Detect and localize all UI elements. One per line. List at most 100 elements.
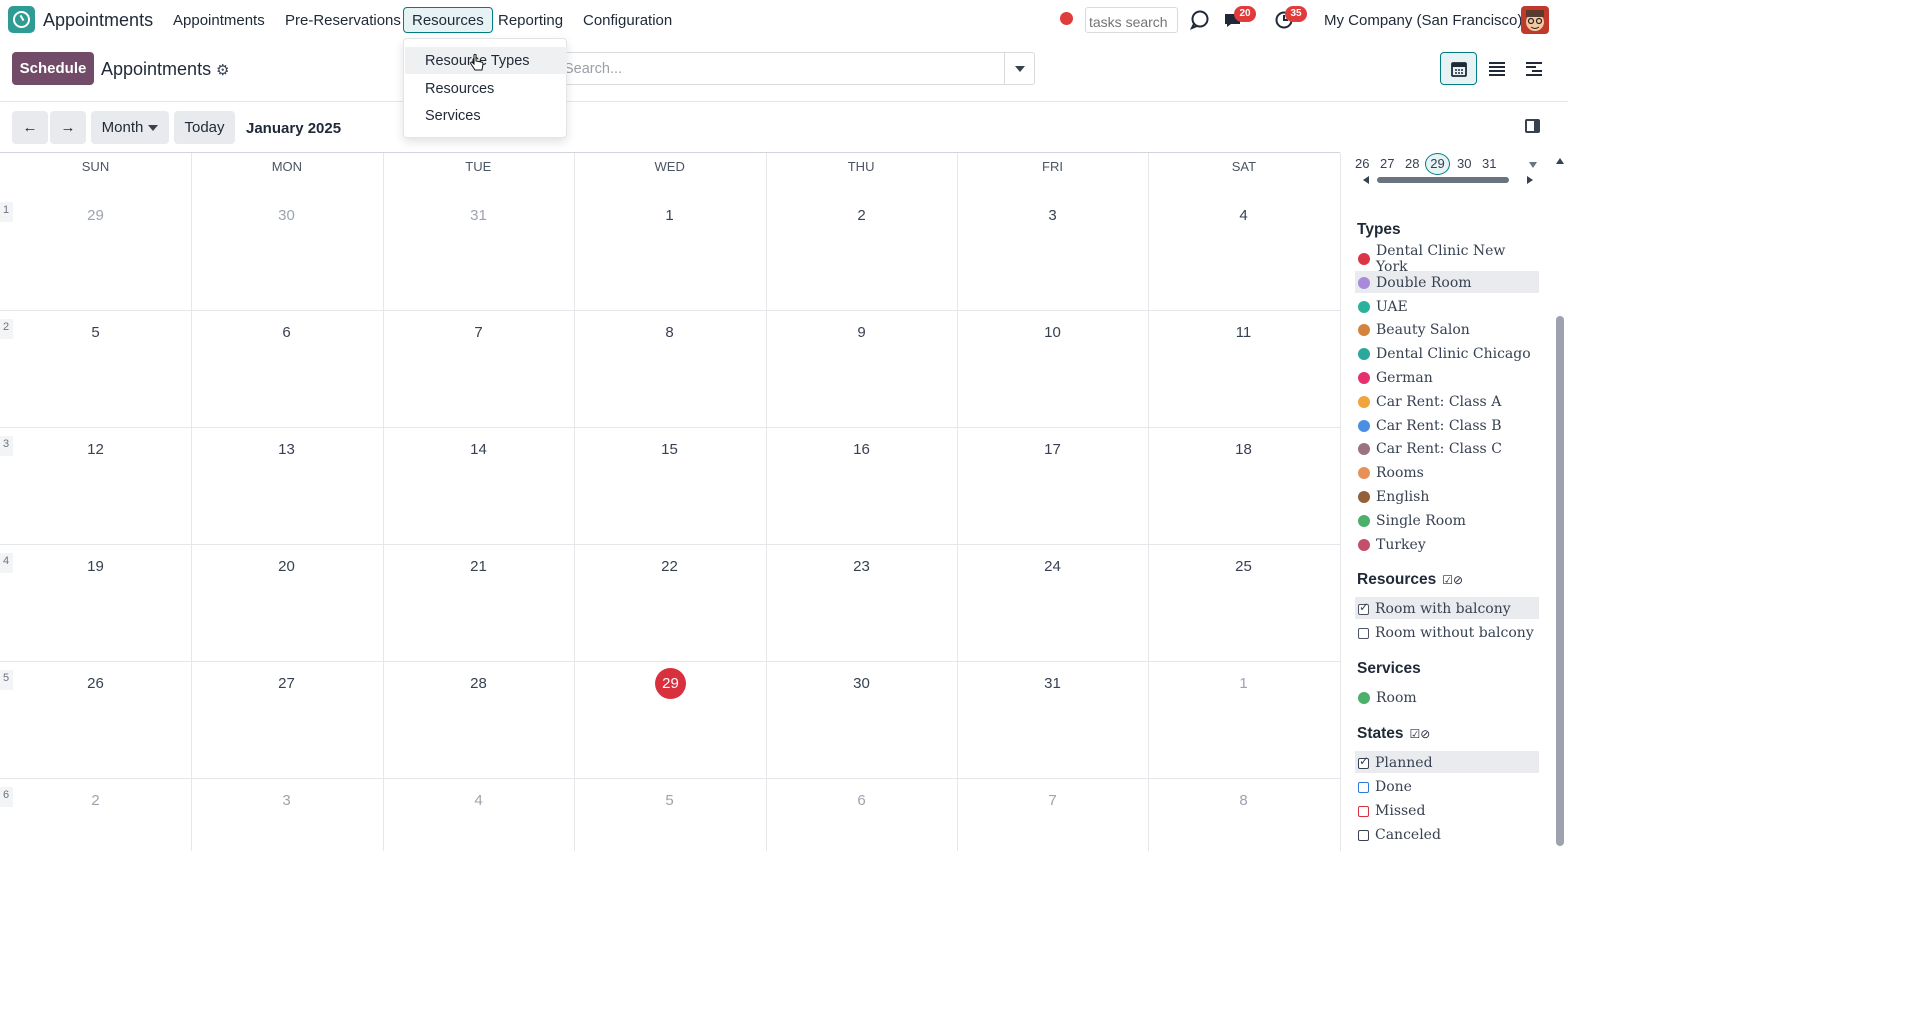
checkbox[interactable] xyxy=(1358,627,1369,639)
filter-item[interactable]: Room xyxy=(1355,686,1539,708)
color-dot-icon[interactable] xyxy=(1358,348,1370,361)
company-switcher[interactable]: My Company (San Francisco) xyxy=(1324,12,1522,29)
day-number[interactable]: 20 xyxy=(191,558,382,575)
gantt-view-button[interactable] xyxy=(1515,52,1552,85)
day-number[interactable]: 29 xyxy=(0,207,191,224)
gear-icon[interactable]: ⚙ xyxy=(216,61,229,79)
app-name[interactable]: Appointments xyxy=(43,10,153,31)
day-number[interactable]: 5 xyxy=(574,792,765,809)
color-dot-icon[interactable] xyxy=(1358,395,1370,408)
menu-pre-reservations[interactable]: Pre-Reservations xyxy=(285,12,401,29)
filter-item[interactable]: Done xyxy=(1355,775,1539,797)
scroll-right-icon[interactable] xyxy=(1527,176,1533,184)
dropdown-item-services[interactable]: Services xyxy=(405,102,567,129)
today-day-number[interactable]: 29 xyxy=(655,668,686,699)
day-number[interactable]: 7 xyxy=(383,324,574,341)
day-number[interactable]: 2 xyxy=(766,207,957,224)
messages-icon[interactable]: 20 xyxy=(1223,6,1256,31)
list-view-button[interactable] xyxy=(1478,52,1515,85)
day-number[interactable]: 7 xyxy=(957,792,1148,809)
filter-item[interactable]: German xyxy=(1355,366,1539,388)
sidebar-toggle-icon[interactable] xyxy=(1525,119,1540,133)
day-number[interactable]: 6 xyxy=(766,792,957,809)
scroll-up-icon[interactable] xyxy=(1556,158,1564,164)
color-dot-icon[interactable] xyxy=(1358,300,1370,313)
search-bar[interactable]: Search... xyxy=(555,52,1035,85)
day-number[interactable]: 18 xyxy=(1148,441,1339,458)
day-number[interactable]: 30 xyxy=(191,207,382,224)
checkbox[interactable] xyxy=(1358,829,1369,841)
day-number[interactable]: 26 xyxy=(0,675,191,692)
color-dot-icon[interactable] xyxy=(1358,276,1370,289)
day-number[interactable]: 10 xyxy=(957,324,1148,341)
color-dot-icon[interactable] xyxy=(1358,372,1370,384)
color-dot-icon[interactable] xyxy=(1358,324,1370,337)
filter-item[interactable]: English xyxy=(1355,485,1539,507)
previous-button[interactable]: ← xyxy=(12,111,48,144)
filter-item[interactable]: Dental Clinic New York xyxy=(1355,243,1539,275)
recording-indicator-icon[interactable] xyxy=(1060,12,1073,25)
filter-item[interactable]: Dental Clinic Chicago xyxy=(1355,342,1539,364)
scroll-left-icon[interactable] xyxy=(1363,176,1369,184)
color-dot-icon[interactable] xyxy=(1358,514,1370,527)
filter-item[interactable]: Turkey xyxy=(1355,533,1539,555)
filter-item[interactable]: Car Rent: Class C xyxy=(1355,437,1539,459)
day-number[interactable]: 21 xyxy=(383,558,574,575)
sidebar-scrollbar[interactable] xyxy=(1556,316,1564,846)
color-dot-icon[interactable] xyxy=(1358,538,1370,551)
menu-appointments[interactable]: Appointments xyxy=(173,12,265,29)
today-button[interactable]: Today xyxy=(174,111,235,144)
scale-dropdown-button[interactable]: Month xyxy=(91,111,169,144)
color-dot-icon[interactable] xyxy=(1358,419,1370,432)
calendar-view-button[interactable] xyxy=(1440,52,1477,85)
filter-item[interactable]: Double Room xyxy=(1355,270,1539,293)
day-number[interactable]: 8 xyxy=(1148,792,1339,809)
day-number[interactable]: 25 xyxy=(1148,558,1339,575)
day-number[interactable]: 9 xyxy=(766,324,957,341)
scrollbar-thumb[interactable] xyxy=(1377,177,1509,183)
mini-calendar-day[interactable]: 30 xyxy=(1457,156,1471,171)
day-number[interactable]: 16 xyxy=(766,441,957,458)
day-number[interactable]: 30 xyxy=(766,675,957,692)
day-number[interactable]: 2 xyxy=(0,792,191,809)
day-number[interactable]: 11 xyxy=(1148,324,1339,341)
filter-item[interactable]: Planned xyxy=(1355,751,1539,773)
mini-calendar-day[interactable]: 29 xyxy=(1425,153,1450,175)
day-number[interactable]: 31 xyxy=(383,207,574,224)
select-all-none-icons[interactable]: ☑⊘ xyxy=(1442,573,1463,587)
day-number[interactable]: 22 xyxy=(574,558,765,575)
appointments-app-icon[interactable] xyxy=(8,6,35,33)
day-number[interactable]: 27 xyxy=(191,675,382,692)
day-number[interactable]: 13 xyxy=(191,441,382,458)
select-all-none-icons[interactable]: ☑⊘ xyxy=(1410,727,1431,741)
filter-item[interactable]: Single Room xyxy=(1355,509,1539,531)
color-dot-icon[interactable] xyxy=(1358,253,1370,265)
checkbox[interactable] xyxy=(1358,754,1369,769)
schedule-button[interactable]: Schedule xyxy=(12,52,94,85)
mini-calendar-day[interactable]: 27 xyxy=(1380,156,1394,171)
filter-item[interactable]: UAE xyxy=(1355,295,1539,317)
day-number[interactable]: 12 xyxy=(0,441,191,458)
filter-item[interactable]: Rooms xyxy=(1355,461,1539,483)
activities-clock-icon[interactable]: 35 xyxy=(1274,6,1307,31)
day-number[interactable]: 8 xyxy=(574,324,765,341)
filter-item[interactable]: Room with balcony xyxy=(1355,597,1539,619)
dropdown-item-resource-types[interactable]: Resource Types xyxy=(405,47,567,74)
filter-item[interactable]: Room without balcony xyxy=(1355,621,1539,643)
day-number[interactable]: 4 xyxy=(1148,207,1339,224)
user-avatar[interactable] xyxy=(1521,6,1549,34)
mini-calendar-day[interactable]: 31 xyxy=(1482,156,1496,171)
day-number[interactable]: 6 xyxy=(191,324,382,341)
day-number[interactable]: 4 xyxy=(383,792,574,809)
checkbox[interactable] xyxy=(1358,781,1369,793)
day-number[interactable]: 1 xyxy=(1148,675,1339,692)
color-dot-icon[interactable] xyxy=(1358,443,1370,456)
mini-calendar-day[interactable]: 26 xyxy=(1355,156,1369,171)
day-number[interactable]: 1 xyxy=(574,207,765,224)
color-dot-icon[interactable] xyxy=(1358,467,1370,480)
color-dot-icon[interactable] xyxy=(1358,692,1370,704)
day-number[interactable]: 28 xyxy=(383,675,574,692)
day-number[interactable]: 31 xyxy=(957,675,1148,692)
day-number[interactable]: 3 xyxy=(957,207,1148,224)
day-number[interactable]: 23 xyxy=(766,558,957,575)
